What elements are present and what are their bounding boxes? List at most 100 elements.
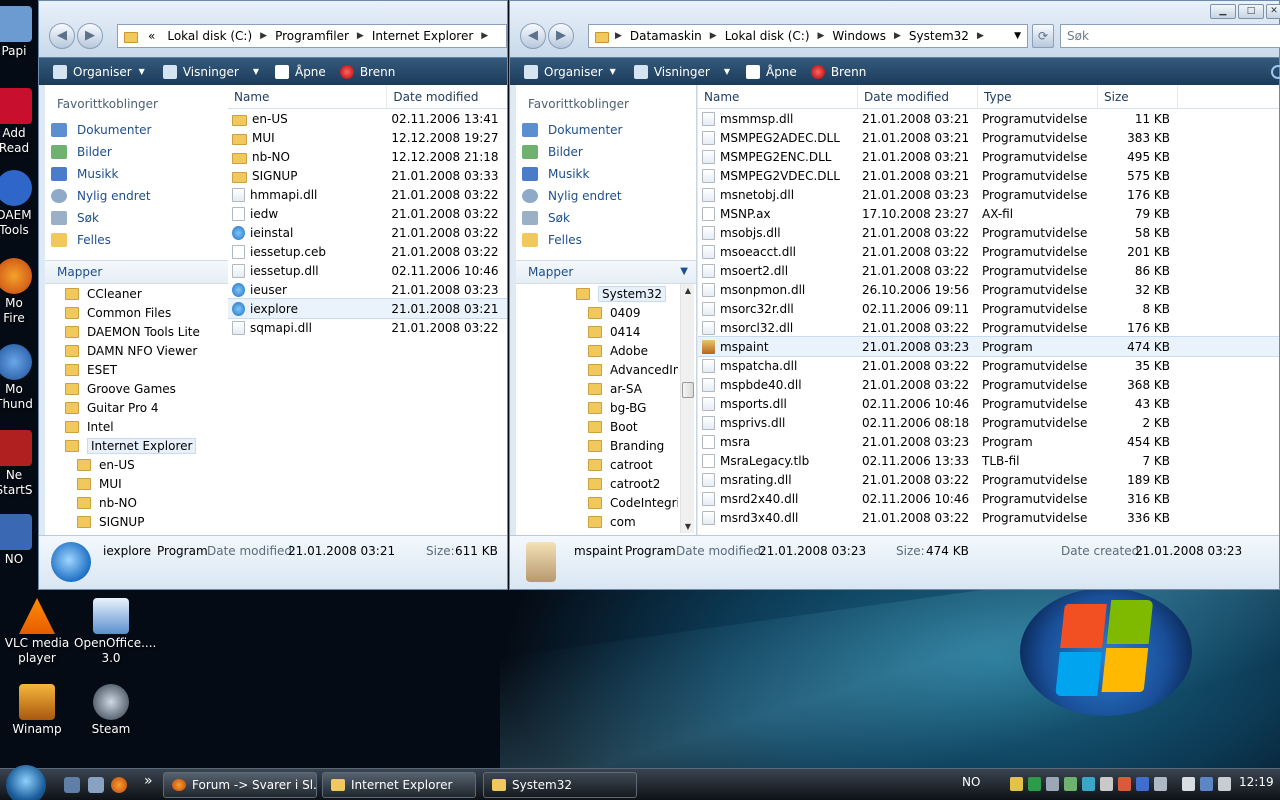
tree-item[interactable]: CCleaner <box>45 284 246 303</box>
tray-h-icon[interactable] <box>1028 777 1041 791</box>
table-row[interactable]: ieuser 21.01.2008 03:23 <box>228 280 507 299</box>
desktop-item-firefox[interactable]: Mo Fire <box>0 258 38 326</box>
tree-item[interactable]: ar-SA <box>516 379 678 398</box>
desktop-item-startserver[interactable]: Ne StartS <box>0 430 38 498</box>
table-row[interactable]: nb-NO 12.12.2008 21:18 <box>228 147 507 166</box>
column-name[interactable]: Name ^ <box>698 85 858 108</box>
scroll-thumb[interactable] <box>682 382 694 398</box>
breadcrumb-separator-icon[interactable]: ▶ <box>613 31 624 41</box>
tree-item[interactable]: 0414 <box>516 322 678 341</box>
tree-item[interactable]: DAMN NFO Viewer <box>45 341 246 360</box>
tree-item[interactable]: CodeIntegrity <box>516 493 678 512</box>
address-bar[interactable]: « Lokal disk (C:) ▶ Programfiler ▶ Inter… <box>117 24 507 48</box>
help-icon[interactable] <box>1271 64 1280 79</box>
close-button[interactable]: ✕ <box>1266 4 1280 19</box>
table-row[interactable]: iedw 21.01.2008 03:22 <box>228 204 507 223</box>
table-row[interactable]: msobjs.dll 21.01.2008 03:22 Programutvidel… <box>698 223 1279 242</box>
table-row[interactable]: MSMPEG2VDEC.DLL 21.01.2008 03:21 Programut… <box>698 166 1279 185</box>
favorite-public[interactable]: Felles <box>516 229 696 251</box>
breadcrumb-separator-icon[interactable]: ▶ <box>975 31 986 41</box>
tree-item[interactable]: Branding <box>516 436 678 455</box>
tree-item-selected[interactable]: System32 <box>516 284 678 303</box>
task-forum[interactable]: Forum -> Svarer i Sl... <box>163 772 317 798</box>
favorite-music[interactable]: Musikk <box>516 163 696 185</box>
tree-item[interactable]: Groove Games <box>45 379 246 398</box>
favorite-documents[interactable]: Dokumenter <box>516 119 696 141</box>
tree-item[interactable]: SIGNUP <box>45 512 246 531</box>
desktop-icon-winamp[interactable]: Winamp <box>0 684 74 737</box>
bluetooth-icon[interactable] <box>1136 777 1149 791</box>
tree-item[interactable]: Intel <box>45 417 246 436</box>
favorite-search[interactable]: Søk <box>516 207 696 229</box>
scroll-up-icon[interactable]: ▲ <box>681 286 695 295</box>
network-icon[interactable] <box>1200 777 1213 791</box>
firefox-icon[interactable] <box>111 777 127 793</box>
breadcrumb-windows[interactable]: Windows <box>826 29 892 43</box>
table-row[interactable]: msports.dll 02.11.2006 10:46 Programutvide… <box>698 394 1279 413</box>
desktop-item-no[interactable]: NO <box>0 514 38 567</box>
breadcrumb-local-disk[interactable]: Lokal disk (C:) <box>719 29 816 43</box>
table-row[interactable]: msmmsp.dll 21.01.2008 03:21 Programutvidel… <box>698 109 1279 128</box>
table-row[interactable]: mspbde40.dll 21.01.2008 03:22 Programutvid… <box>698 375 1279 394</box>
table-row[interactable]: msorcl32.dll 21.01.2008 03:22 Programutvid… <box>698 318 1279 337</box>
column-type[interactable]: Type <box>978 85 1098 108</box>
table-row[interactable]: MSMPEG2ENC.DLL 21.01.2008 03:21 Programutv… <box>698 147 1279 166</box>
tree-item[interactable]: bg-BG <box>516 398 678 417</box>
tray-network-icon[interactable] <box>1064 777 1077 791</box>
tree-item-selected[interactable]: Internet Explorer <box>45 436 246 455</box>
tree-item[interactable]: MUI <box>45 474 246 493</box>
quicklaunch-overflow-button[interactable]: » <box>144 773 153 789</box>
desktop-icon-vlc[interactable]: VLC media player <box>0 598 74 666</box>
switch-windows-icon[interactable] <box>88 777 104 793</box>
table-row[interactable]: MSMPEG2ADEC.DLL 21.01.2008 03:21 Programut… <box>698 128 1279 147</box>
desktop-item-thunderbird[interactable]: Mo Thund <box>0 344 38 412</box>
favorite-pictures[interactable]: Bilder <box>516 141 696 163</box>
start-button[interactable] <box>6 765 46 800</box>
table-row[interactable]: mspatcha.dll 21.01.2008 03:22 Programutvid… <box>698 356 1279 375</box>
scroll-down-icon[interactable]: ▼ <box>681 522 695 531</box>
forward-button[interactable]: ▶ <box>548 23 574 49</box>
organize-button[interactable]: Organiser ▼ <box>53 64 145 79</box>
tree-item[interactable]: ESET <box>45 360 246 379</box>
breadcrumb-separator-icon[interactable]: ▶ <box>816 31 827 41</box>
column-date[interactable]: Date modified <box>858 85 978 108</box>
organize-button[interactable]: Organiser ▼ <box>524 64 616 79</box>
tray-pen-icon[interactable] <box>1010 777 1023 791</box>
table-row[interactable]: msprivs.dll 02.11.2006 08:18 Programutvide… <box>698 413 1279 432</box>
task-internet-explorer[interactable]: Internet Explorer <box>322 772 476 798</box>
table-row[interactable]: msra 21.01.2008 03:23 Program 454 KB <box>698 432 1279 451</box>
open-button[interactable]: Åpne <box>274 64 326 79</box>
tray-device-icon[interactable] <box>1182 777 1195 791</box>
refresh-button[interactable]: ⟳ <box>1032 24 1054 48</box>
breadcrumb-system32[interactable]: System32 <box>903 29 975 43</box>
favorite-recent[interactable]: Nylig endret <box>516 185 696 207</box>
column-name[interactable]: Name ^ <box>228 85 388 108</box>
tree-item[interactable]: com <box>516 512 678 531</box>
table-row[interactable]: MsraLegacy.tlb 02.11.2006 13:33 TLB-fil 7 K… <box>698 451 1279 470</box>
column-size[interactable]: Size <box>1098 85 1178 108</box>
tree-item[interactable]: catroot2 <box>516 474 678 493</box>
back-button[interactable]: ◀ <box>49 23 75 49</box>
breadcrumb-overflow[interactable]: « <box>142 29 161 43</box>
column-date[interactable]: Date modified <box>387 85 507 108</box>
tray-security-icon[interactable] <box>1118 777 1131 791</box>
breadcrumb-local-disk[interactable]: Lokal disk (C:) <box>161 29 258 43</box>
breadcrumb-separator-icon[interactable]: ▶ <box>355 31 366 41</box>
volume-icon[interactable] <box>1218 777 1231 791</box>
burn-button[interactable]: Brenn <box>810 64 866 79</box>
views-button[interactable]: Visninger ▼ <box>162 64 259 79</box>
tree-item[interactable]: DAEMON Tools Lite <box>45 322 246 341</box>
tree-item[interactable]: catroot <box>516 455 678 474</box>
tree-item[interactable]: 0409 <box>516 303 678 322</box>
desktop-item-adobe-reader[interactable]: Add Read <box>0 88 38 156</box>
table-row[interactable]: hmmapi.dll 21.01.2008 03:22 <box>228 185 507 204</box>
tray-tools-icon[interactable] <box>1046 777 1059 791</box>
table-row[interactable]: iessetup.ceb 21.01.2008 03:22 <box>228 242 507 261</box>
breadcrumb-separator-icon[interactable]: ▶ <box>479 31 490 41</box>
tree-item[interactable]: Common Files <box>45 303 246 322</box>
address-dropdown-icon[interactable]: ▼ <box>1014 31 1021 41</box>
tray-sync-icon[interactable] <box>1082 777 1095 791</box>
breadcrumb-separator-icon[interactable]: ▶ <box>708 31 719 41</box>
folders-header[interactable]: Mapper▼ <box>516 260 696 284</box>
tree-item[interactable]: Guitar Pro 4 <box>45 398 246 417</box>
